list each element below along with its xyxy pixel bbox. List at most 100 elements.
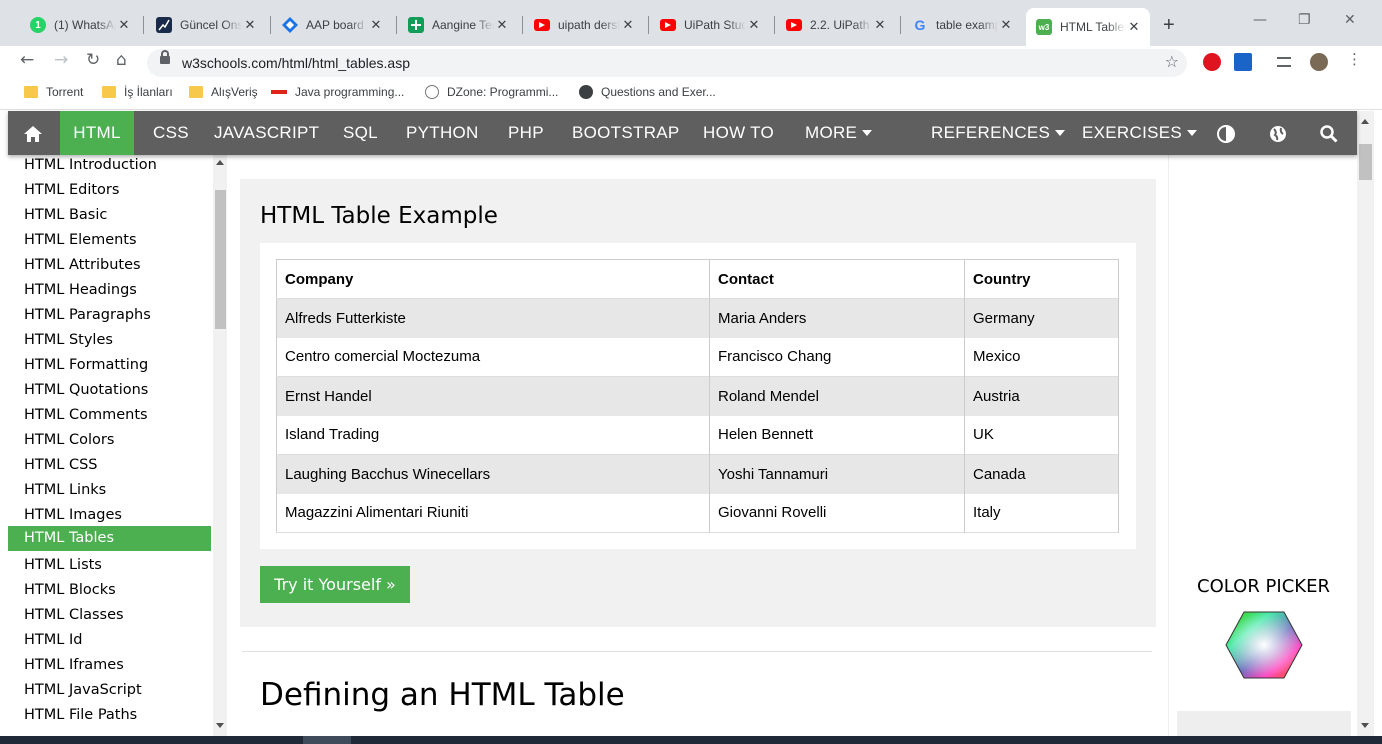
browser-tab-strip: 1 (1) WhatsApp ✕ Güncel Onsite ✕ AAP boa…: [0, 0, 1382, 46]
bookmark-alisveris[interactable]: AlışVeriş: [189, 85, 258, 99]
nav-html[interactable]: HTML: [60, 111, 134, 155]
minimize-button[interactable]: —: [1253, 12, 1267, 28]
search-icon[interactable]: [1320, 111, 1338, 155]
scroll-down-icon[interactable]: [1361, 723, 1369, 728]
caret-down-icon: [1187, 129, 1198, 136]
page-scrollbar-thumb[interactable]: [1359, 144, 1372, 180]
sidebar-item-html-elements[interactable]: HTML Elements: [8, 230, 211, 255]
tab-close-icon[interactable]: ✕: [368, 17, 384, 33]
customers-table: Company Contact Country Alfreds Futterki…: [276, 259, 1119, 533]
sidebar-item-html-links[interactable]: HTML Links: [8, 480, 211, 505]
scroll-up-icon[interactable]: [216, 160, 224, 165]
sidebar-item-html-id[interactable]: HTML Id: [8, 630, 211, 655]
tab-close-icon[interactable]: ✕: [998, 17, 1014, 33]
table-row: Ernst Handel Roland Mendel Austria: [276, 376, 1119, 416]
sidebar-item-html-headings[interactable]: HTML Headings: [8, 280, 211, 305]
new-tab-button[interactable]: +: [1163, 14, 1175, 37]
sidebar-item-html-formatting[interactable]: HTML Formatting: [8, 355, 211, 380]
tab-title: HTML Tables: [1060, 20, 1126, 34]
top-navigation: HTML CSS JAVASCRIPT SQL PYTHON PHP BOOTS…: [8, 111, 1357, 155]
sidebar-item-html-classes[interactable]: HTML Classes: [8, 605, 211, 630]
sidebar-item-html-styles[interactable]: HTML Styles: [8, 330, 211, 355]
profile-avatar[interactable]: [1310, 53, 1328, 71]
bookmark-questions[interactable]: Questions and Exer...: [579, 85, 716, 99]
home-icon[interactable]: [8, 111, 58, 155]
sidebar-item-html-iframes[interactable]: HTML Iframes: [8, 655, 211, 680]
section-divider: [242, 651, 1152, 652]
sidebar-item-html-editors[interactable]: HTML Editors: [8, 180, 211, 205]
column-header: Country: [964, 259, 1119, 299]
sidebar-item-html-tables[interactable]: HTML Tables: [8, 526, 211, 551]
sidebar-scrollbar-thumb[interactable]: [215, 190, 226, 329]
nav-php[interactable]: PHP: [508, 111, 544, 155]
sidebar-item-html-basic[interactable]: HTML Basic: [8, 205, 211, 230]
tab-close-icon[interactable]: ✕: [1126, 19, 1142, 35]
uipath-icon[interactable]: [1234, 53, 1252, 71]
opera-icon[interactable]: [1203, 53, 1221, 71]
table-cell: Yoshi Tannamuri: [709, 454, 965, 494]
forward-button[interactable]: →: [54, 50, 68, 70]
back-button[interactable]: ←: [20, 50, 34, 70]
tab-aap-board[interactable]: AAP board ✕: [272, 8, 392, 42]
sidebar-item-html-file-paths[interactable]: HTML File Paths: [8, 705, 211, 730]
bookmarks-bar: Torrent İş İlanları AlışVeriş Java progr…: [0, 78, 1382, 110]
tab-guncel-onsite[interactable]: Güncel Onsite ✕: [146, 8, 266, 42]
tab-html-tables[interactable]: w3 HTML Tables ✕: [1026, 8, 1150, 46]
scroll-up-icon[interactable]: [1361, 119, 1369, 124]
table-cell: Centro comercial Moctezuma: [276, 337, 710, 377]
tab-whatsapp[interactable]: 1 (1) WhatsApp ✕: [20, 8, 140, 42]
nav-references[interactable]: REFERENCES: [931, 111, 1066, 155]
page-scrollbar[interactable]: [1357, 111, 1374, 736]
globe-icon[interactable]: [1269, 111, 1287, 155]
bookmark-star-icon[interactable]: ☆: [1165, 52, 1179, 71]
sidebar-item-html-attributes[interactable]: HTML Attributes: [8, 255, 211, 280]
close-window-button[interactable]: ✕: [1344, 12, 1356, 28]
nav-javascript[interactable]: JAVASCRIPT: [214, 111, 319, 155]
tab-uipath-2-2[interactable]: 2.2. UiPath ✕: [776, 8, 896, 42]
bookmark-java[interactable]: Java programming...: [271, 85, 404, 99]
reload-button[interactable]: ↻: [86, 50, 100, 70]
tab-close-icon[interactable]: ✕: [494, 17, 510, 33]
tab-close-icon[interactable]: ✕: [620, 17, 636, 33]
sidebar-item-html-colors[interactable]: HTML Colors: [8, 430, 211, 455]
home-button[interactable]: ⌂: [116, 50, 127, 70]
tab-close-icon[interactable]: ✕: [242, 17, 258, 33]
sidebar-item-html-comments[interactable]: HTML Comments: [8, 405, 211, 430]
scroll-down-icon[interactable]: [216, 723, 224, 728]
nav-sql[interactable]: SQL: [343, 111, 378, 155]
tab-close-icon[interactable]: ✕: [872, 17, 888, 33]
tab-uipath-dersleri[interactable]: uipath dersleri ✕: [524, 8, 644, 42]
tab-uipath-studio[interactable]: UiPath Studio ✕: [650, 8, 770, 42]
address-bar[interactable]: w3schools.com/html/html_tables.asp ☆: [147, 49, 1187, 77]
menu-icon[interactable]: ⋮: [1347, 50, 1362, 68]
sidebar-item-html-quotations[interactable]: HTML Quotations: [8, 380, 211, 405]
try-it-yourself-button[interactable]: Try it Yourself »: [260, 566, 410, 603]
taskbar-active-item[interactable]: [303, 736, 351, 744]
sidebar-item-html-paragraphs[interactable]: HTML Paragraphs: [8, 305, 211, 330]
sidebar-item-html-lists[interactable]: HTML Lists: [8, 555, 211, 580]
nav-css[interactable]: CSS: [153, 111, 189, 155]
contrast-icon[interactable]: [1217, 111, 1235, 155]
bookmark-torrent[interactable]: Torrent: [24, 85, 83, 99]
tab-title: UiPath Studio: [684, 18, 746, 32]
tab-table-example[interactable]: G table example ✕: [902, 8, 1022, 42]
nav-python[interactable]: PYTHON: [406, 111, 479, 155]
bookmark-dzone[interactable]: DZone: Programmi...: [425, 85, 558, 99]
media-icon[interactable]: [1277, 57, 1291, 67]
sidebar-item-html-javascript[interactable]: HTML JavaScript: [8, 680, 211, 705]
tab-close-icon[interactable]: ✕: [116, 17, 132, 33]
bookmark-is-ilanlari[interactable]: İş İlanları: [102, 85, 173, 99]
sidebar-item-html-blocks[interactable]: HTML Blocks: [8, 580, 211, 605]
sidebar-item-html-introduction[interactable]: HTML Introduction: [8, 155, 211, 180]
tab-close-icon[interactable]: ✕: [746, 17, 762, 33]
nav-how-to[interactable]: HOW TO: [703, 111, 774, 155]
color-picker-icon[interactable]: [1224, 610, 1304, 684]
tab-aangine[interactable]: Aangine Tech ✕: [398, 8, 518, 42]
restore-button[interactable]: ❐: [1298, 12, 1311, 28]
nav-exercises[interactable]: EXERCISES: [1082, 111, 1198, 155]
google-icon: G: [914, 17, 926, 33]
nav-more[interactable]: MORE: [805, 111, 873, 155]
sidebar-item-html-css[interactable]: HTML CSS: [8, 455, 211, 480]
tab-separator: [522, 16, 523, 34]
nav-bootstrap[interactable]: BOOTSTRAP: [572, 111, 680, 155]
